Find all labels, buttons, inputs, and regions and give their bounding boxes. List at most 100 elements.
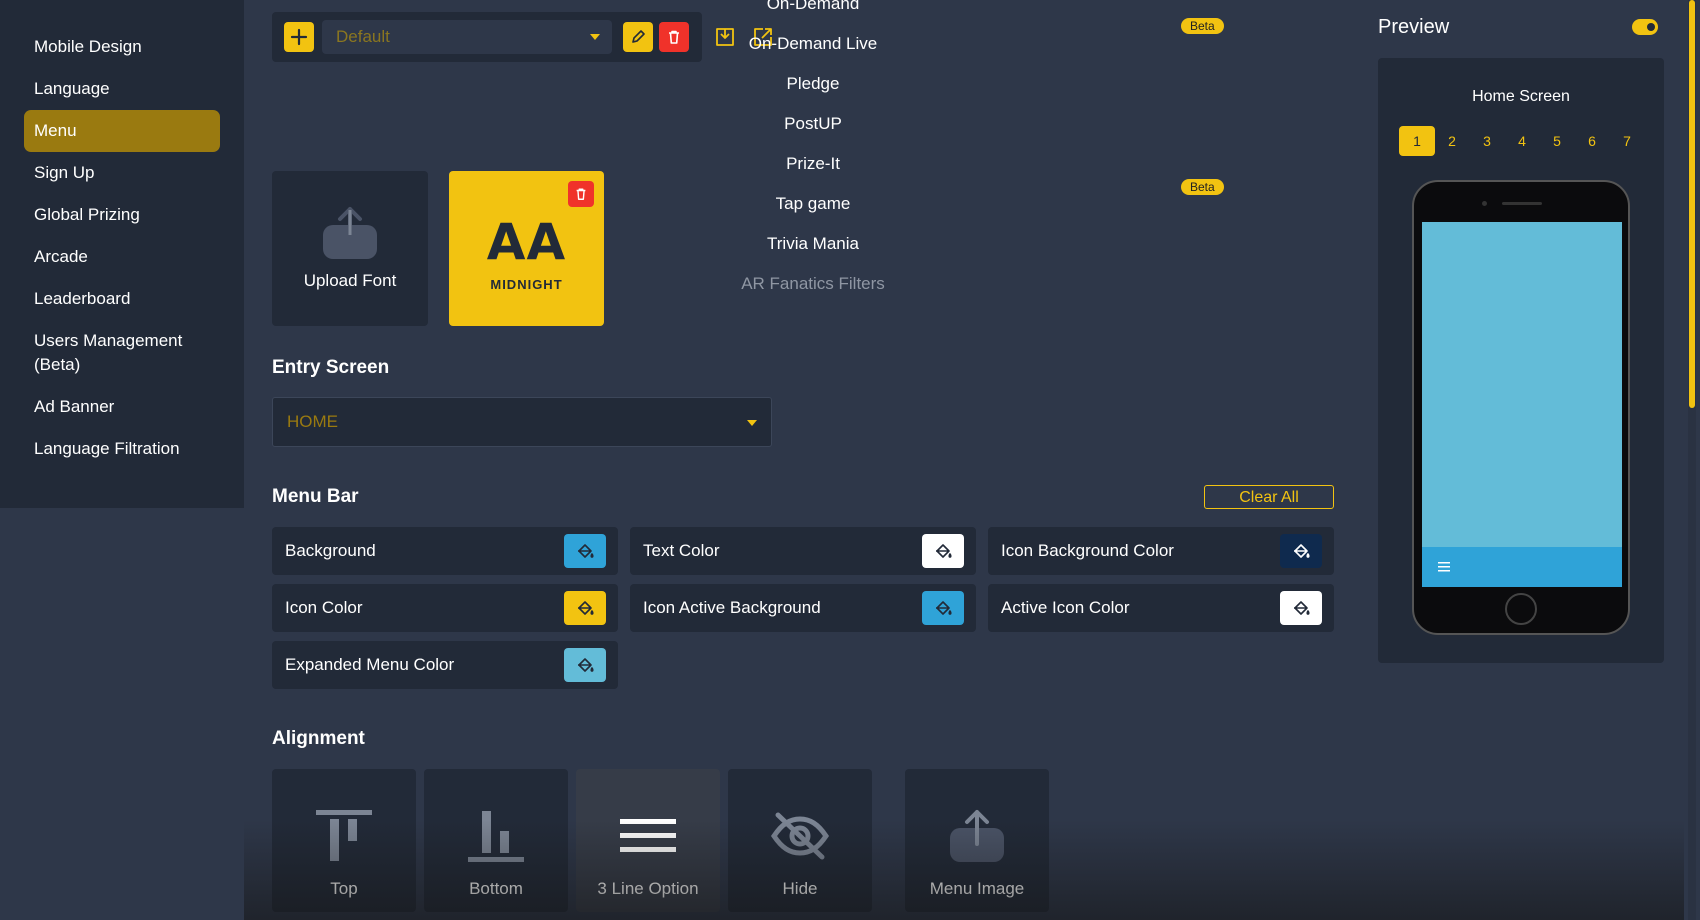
color-label: Icon Color [285, 598, 363, 617]
mode-item-on-demand-live[interactable]: On-Demand Live [700, 24, 926, 64]
alignment-option-label: Top [330, 879, 358, 898]
color-picker-button[interactable] [564, 534, 606, 568]
preset-select[interactable]: Default [322, 20, 612, 54]
delete-font-button[interactable] [568, 181, 594, 207]
chevron-down-icon [747, 420, 757, 426]
alignment-option-label: Hide [782, 879, 818, 898]
mode-item-on-demand[interactable]: On-Demand [700, 0, 926, 24]
mode-item-tap-game[interactable]: Tap game [700, 184, 926, 224]
page-button-6[interactable]: 6 [1574, 126, 1610, 156]
page-button-4[interactable]: 4 [1504, 126, 1540, 156]
paint-bucket-icon [578, 601, 594, 615]
upload-icon [323, 207, 377, 259]
page-button-2[interactable]: 2 [1434, 126, 1470, 156]
mode-item-ar-fanatics-filters[interactable]: AR Fanatics Filters [700, 264, 926, 304]
color-row-active-icon-color: Active Icon Color [988, 584, 1334, 632]
edit-icon [632, 30, 645, 43]
color-row-icon-active-background: Icon Active Background [630, 584, 976, 632]
color-picker-button[interactable] [564, 648, 606, 682]
preview-panel: Home Screen 1 2 3 4 5 6 7 [1378, 58, 1664, 663]
add-preset-button[interactable] [284, 22, 314, 52]
color-row-icon-color: Icon Color [272, 584, 618, 632]
sidebar-item-users-management[interactable]: Users Management (Beta) [24, 320, 220, 386]
phone-menu-bar [1422, 547, 1622, 587]
phone-mockup [1412, 180, 1630, 635]
sidebar-item-mobile-design[interactable]: Mobile Design [24, 26, 220, 68]
color-label: Text Color [643, 541, 720, 560]
color-picker-button[interactable] [1280, 591, 1322, 625]
color-label: Icon Background Color [1001, 541, 1174, 560]
sidebar-item-language-filtration[interactable]: Language Filtration [24, 428, 220, 470]
color-row-background: Background [272, 527, 618, 575]
font-card-midnight[interactable]: AA MIDNIGHT [449, 171, 604, 326]
color-picker-button[interactable] [564, 591, 606, 625]
delete-preset-button[interactable] [659, 22, 689, 52]
font-name: MIDNIGHT [490, 277, 563, 292]
color-label: Icon Active Background [643, 598, 821, 617]
sidebar-item-ad-banner[interactable]: Ad Banner [24, 386, 220, 428]
paint-bucket-icon [1294, 544, 1310, 558]
align-bottom-icon [468, 811, 524, 862]
screen-title: Home Screen [1472, 88, 1570, 105]
beta-badge: Beta [1181, 18, 1224, 34]
mode-item-postup[interactable]: PostUP [700, 104, 926, 144]
align-top-icon [316, 810, 372, 861]
hamburger-icon[interactable] [1438, 562, 1450, 572]
sidebar-item-sign-up[interactable]: Sign Up [24, 152, 220, 194]
paint-bucket-icon [578, 544, 594, 558]
page-button-5[interactable]: 5 [1539, 126, 1575, 156]
page-button-3[interactable]: 3 [1469, 126, 1505, 156]
color-picker-button[interactable] [1280, 534, 1322, 568]
color-label: Background [285, 541, 376, 560]
alignment-option-label: Bottom [469, 879, 523, 898]
edit-preset-button[interactable] [623, 22, 653, 52]
alignment-option-label: 3 Line Option [597, 879, 699, 898]
paint-bucket-icon [936, 601, 952, 615]
page-button-7[interactable]: 7 [1609, 126, 1645, 156]
chevron-down-icon [590, 34, 600, 40]
sidebar-item-arcade[interactable]: Arcade [24, 236, 220, 278]
trash-icon [576, 188, 586, 200]
color-row-text-color: Text Color [630, 527, 976, 575]
menu-bar-title: Menu Bar [272, 486, 359, 507]
alignment-option-3-line[interactable]: 3 Line Option [576, 769, 720, 912]
alignment-option-bottom[interactable]: Bottom [424, 769, 568, 912]
page-scrollbar[interactable] [1688, 0, 1696, 920]
color-picker-button[interactable] [922, 591, 964, 625]
sidebar-item-global-prizing[interactable]: Global Prizing [24, 194, 220, 236]
mode-item-pledge[interactable]: Pledge [700, 64, 926, 104]
phone-screen [1422, 222, 1622, 587]
beta-badge: Beta [1181, 179, 1224, 195]
page-button-1[interactable]: 1 [1399, 126, 1435, 156]
color-picker-button[interactable] [922, 534, 964, 568]
paint-bucket-icon [936, 544, 952, 558]
paint-bucket-icon [578, 658, 594, 672]
clear-all-button[interactable]: Clear All [1204, 485, 1334, 509]
alignment-option-label: Menu Image [929, 879, 1025, 898]
upload-icon [950, 810, 1004, 862]
mode-item-prize-it[interactable]: Prize-It [700, 144, 926, 184]
upload-font-card[interactable]: Upload Font [272, 171, 428, 326]
entry-screen-value: HOME [287, 412, 338, 431]
sidebar-item-leaderboard[interactable]: Leaderboard [24, 278, 220, 320]
scrollbar-thumb[interactable] [1689, 0, 1695, 408]
alignment-option-top[interactable]: Top [272, 769, 416, 912]
toggle-knob [1647, 23, 1655, 31]
entry-screen-select[interactable]: HOME [272, 397, 772, 447]
upload-font-label: Upload Font [303, 271, 397, 290]
color-label: Active Icon Color [1001, 598, 1130, 617]
plus-icon [290, 28, 308, 46]
trash-icon [669, 30, 679, 44]
entry-screen-title: Entry Screen [272, 357, 390, 378]
alignment-option-hide[interactable]: Hide [728, 769, 872, 912]
sidebar-item-language[interactable]: Language [24, 68, 220, 110]
preview-toggle[interactable] [1632, 19, 1658, 35]
color-row-expanded-menu-color: Expanded Menu Color [272, 641, 618, 689]
sidebar-item-menu[interactable]: Menu [24, 110, 220, 152]
color-row-icon-background-color: Icon Background Color [988, 527, 1334, 575]
preset-toolbar: Default [272, 12, 702, 62]
color-label: Expanded Menu Color [285, 655, 455, 674]
mode-item-trivia-mania[interactable]: Trivia Mania [700, 224, 926, 264]
preview-title: Preview [1378, 16, 1450, 38]
alignment-option-menu-image[interactable]: Menu Image [905, 769, 1049, 912]
